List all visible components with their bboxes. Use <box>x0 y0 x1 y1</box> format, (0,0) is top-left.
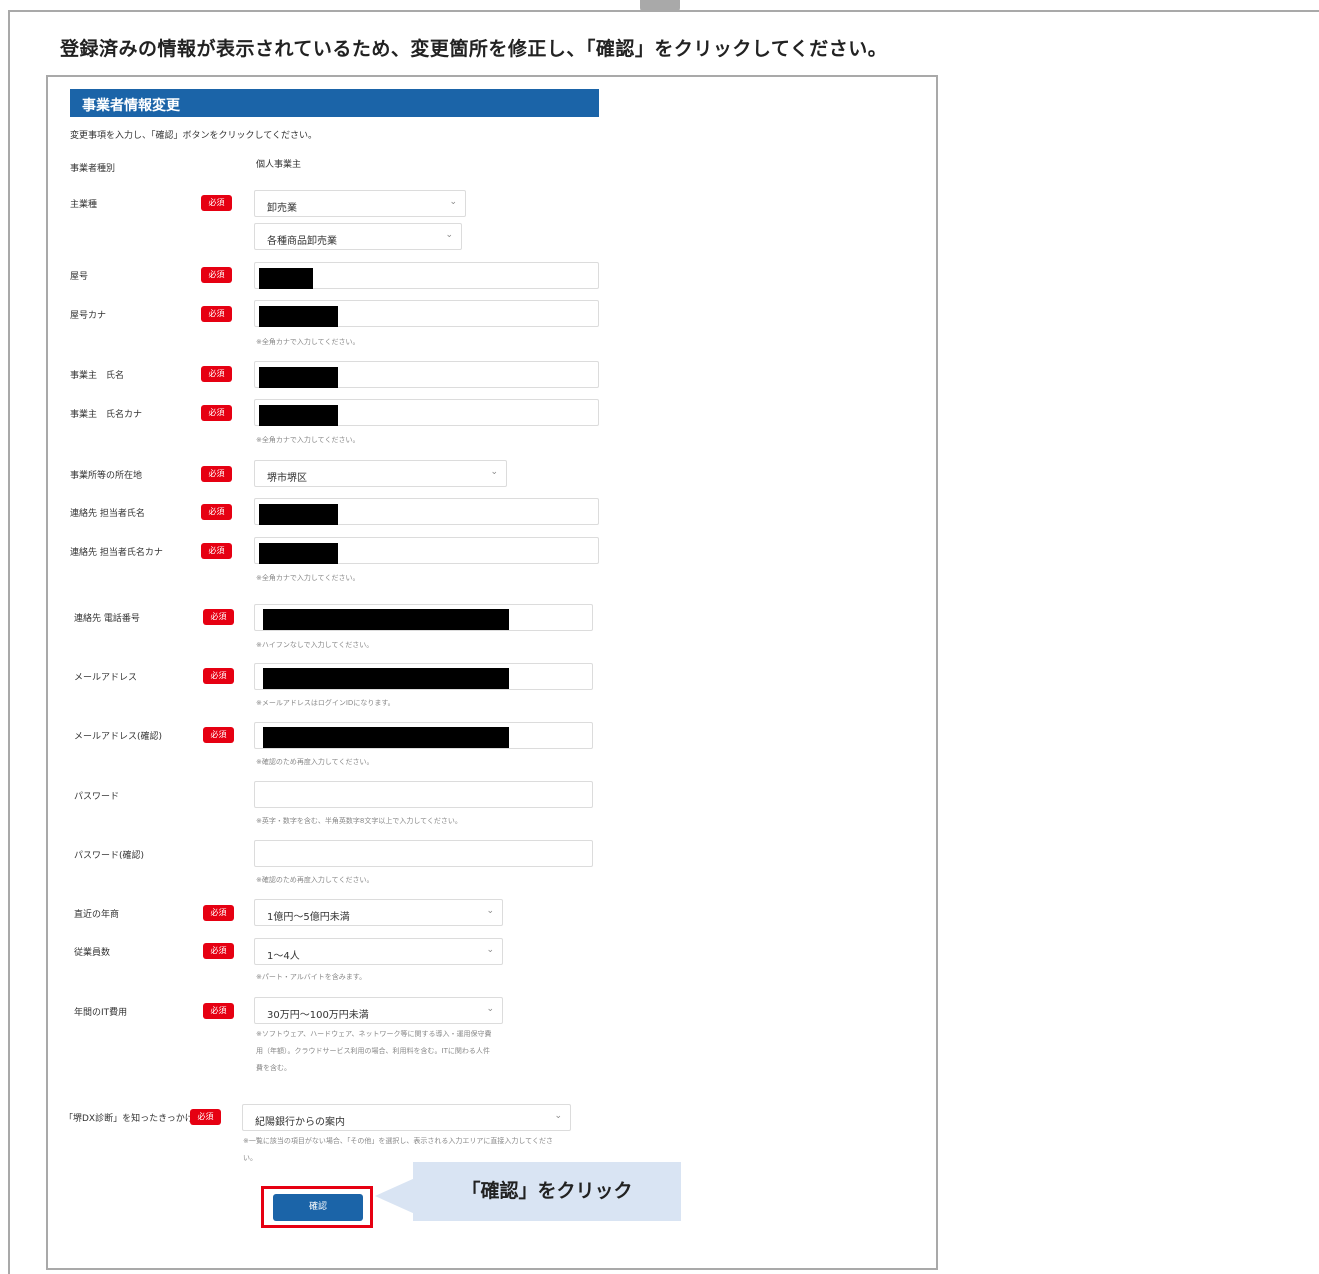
password-confirm-note: ※確認のため再度入力してください。 <box>256 876 374 884</box>
chevron-down-icon: ⌄ <box>490 467 498 477</box>
trade-name-label: 屋号 <box>70 272 89 282</box>
email-label: メールアドレス <box>74 673 138 683</box>
required-badge: 必須 <box>201 466 232 482</box>
it-cost-note-line: 費を含む。 <box>256 1064 291 1072</box>
form-title: 事業者情報変更 <box>70 89 599 117</box>
required-badge: 必須 <box>201 267 232 283</box>
chevron-down-icon: ⌄ <box>445 230 453 240</box>
phone-note: ※ハイフンなしで入力してください。 <box>256 641 374 649</box>
email-confirm-note: ※確認のため再度入力してください。 <box>256 758 374 766</box>
owner-name-kana-note: ※全角カナで入力してください。 <box>256 436 360 444</box>
employees-select[interactable]: 1～4人 ⌄ <box>254 938 503 965</box>
chevron-down-icon: ⌄ <box>486 1004 494 1014</box>
contact-name-kana-input[interactable] <box>254 537 599 564</box>
required-badge: 必須 <box>203 943 234 959</box>
phone-label: 連絡先 電話番号 <box>74 614 140 624</box>
password-confirm-input[interactable] <box>254 840 593 867</box>
trade-name-kana-note: ※全角カナで入力してください。 <box>256 338 360 346</box>
trade-name-input[interactable] <box>254 262 599 289</box>
source-label: 「堺DX診断」を知ったきっかけ <box>64 1114 194 1124</box>
email-confirm-input[interactable] <box>254 722 593 749</box>
it-cost-note-line: 用（年額）。クラウドサービス利用の場合、利用料を含む。ITに関わる人件 <box>256 1047 490 1055</box>
owner-name-input[interactable] <box>254 361 599 388</box>
it-cost-select[interactable]: 30万円～100万円未満 ⌄ <box>254 997 503 1024</box>
required-badge: 必須 <box>203 905 234 921</box>
password-label: パスワード <box>74 792 120 802</box>
required-badge: 必須 <box>203 1003 234 1019</box>
redacted-value <box>263 609 509 630</box>
redacted-value <box>259 268 313 289</box>
employees-value: 1～4人 <box>267 951 300 962</box>
required-badge: 必須 <box>203 609 234 625</box>
it-cost-label: 年間のIT費用 <box>74 1008 128 1018</box>
contact-name-input[interactable] <box>254 498 599 525</box>
main-industry-value: 卸売業 <box>267 203 297 214</box>
sub-industry-select[interactable]: 各種商品卸売業 ⌄ <box>254 223 462 250</box>
redacted-value <box>259 543 338 564</box>
instruction-text: 登録済みの情報が表示されているため、変更箇所を修正し、「確認」をクリックしてくだ… <box>60 38 888 60</box>
sub-industry-value: 各種商品卸売業 <box>267 236 337 247</box>
phone-input[interactable] <box>254 604 593 631</box>
location-label: 事業所等の所在地 <box>70 471 143 481</box>
redacted-value <box>263 668 509 689</box>
chevron-down-icon: ⌄ <box>486 906 494 916</box>
contact-name-kana-note: ※全角カナで入力してください。 <box>256 574 360 582</box>
required-badge: 必須 <box>201 195 232 211</box>
email-confirm-label: メールアドレス(確認) <box>74 732 163 742</box>
password-input[interactable] <box>254 781 593 808</box>
redacted-value <box>259 504 338 525</box>
redacted-value <box>259 367 338 388</box>
contact-name-kana-label: 連絡先 担当者氏名カナ <box>70 548 163 558</box>
callout-label: 「確認」をクリック <box>413 1162 681 1221</box>
location-select[interactable]: 堺市堺区 ⌄ <box>254 460 507 487</box>
main-industry-label: 主業種 <box>70 200 98 210</box>
required-badge: 必須 <box>201 543 232 559</box>
callout-pointer <box>375 1178 415 1214</box>
confirm-button[interactable]: 確認 <box>273 1194 363 1221</box>
email-input[interactable] <box>254 663 593 690</box>
required-badge: 必須 <box>201 405 232 421</box>
redacted-value <box>263 727 509 748</box>
required-badge: 必須 <box>190 1109 221 1125</box>
source-select[interactable]: 紀陽銀行からの案内 ⌄ <box>242 1104 571 1131</box>
revenue-select[interactable]: 1億円～5億円未満 ⌄ <box>254 899 503 926</box>
source-note-line: ※一覧に該当の項目がない場合、「その他」を選択し、表示される入力エリアに直接入力… <box>243 1137 553 1145</box>
chevron-down-icon: ⌄ <box>486 945 494 955</box>
it-cost-note-line: ※ソフトウェア、ハードウェア、ネットワーク等に関する導入・運用保守費 <box>256 1030 492 1038</box>
owner-name-label: 事業主 氏名 <box>70 371 125 381</box>
revenue-value: 1億円～5億円未満 <box>267 912 350 923</box>
trade-name-kana-input[interactable] <box>254 300 599 327</box>
business-type-value: 個人事業主 <box>256 160 302 170</box>
it-cost-value: 30万円～100万円未満 <box>267 1010 369 1021</box>
employees-note: ※パート・アルバイトを含みます。 <box>256 973 367 981</box>
top-tab <box>640 0 680 12</box>
employees-label: 従業員数 <box>74 948 111 958</box>
it-cost-note: ※ソフトウェア、ハードウェア、ネットワーク等に関する導入・運用保守費 用（年額）… <box>256 1026 491 1077</box>
password-confirm-label: パスワード(確認) <box>74 851 145 861</box>
form-lead-text: 変更事項を入力し、「確認」ボタンをクリックしてください。 <box>70 131 317 141</box>
source-value: 紀陽銀行からの案内 <box>255 1117 345 1128</box>
required-badge: 必須 <box>201 306 232 322</box>
business-type-label: 事業者種別 <box>70 164 116 174</box>
location-value: 堺市堺区 <box>267 473 307 484</box>
redacted-value <box>259 405 338 426</box>
main-industry-select[interactable]: 卸売業 ⌄ <box>254 190 466 217</box>
required-badge: 必須 <box>203 727 234 743</box>
required-badge: 必須 <box>203 668 234 684</box>
chevron-down-icon: ⌄ <box>554 1111 562 1121</box>
required-badge: 必須 <box>201 504 232 520</box>
owner-name-kana-input[interactable] <box>254 399 599 426</box>
trade-name-kana-label: 屋号カナ <box>70 311 107 321</box>
email-note: ※メールアドレスはログインIDになります。 <box>256 699 395 707</box>
owner-name-kana-label: 事業主 氏名カナ <box>70 410 143 420</box>
revenue-label: 直近の年商 <box>74 910 120 920</box>
password-note: ※英字・数字を含む、半角英数字8文字以上で入力してください。 <box>256 817 462 825</box>
chevron-down-icon: ⌄ <box>449 197 457 207</box>
redacted-value <box>259 306 338 327</box>
required-badge: 必須 <box>201 366 232 382</box>
contact-name-label: 連絡先 担当者氏名 <box>70 509 145 519</box>
